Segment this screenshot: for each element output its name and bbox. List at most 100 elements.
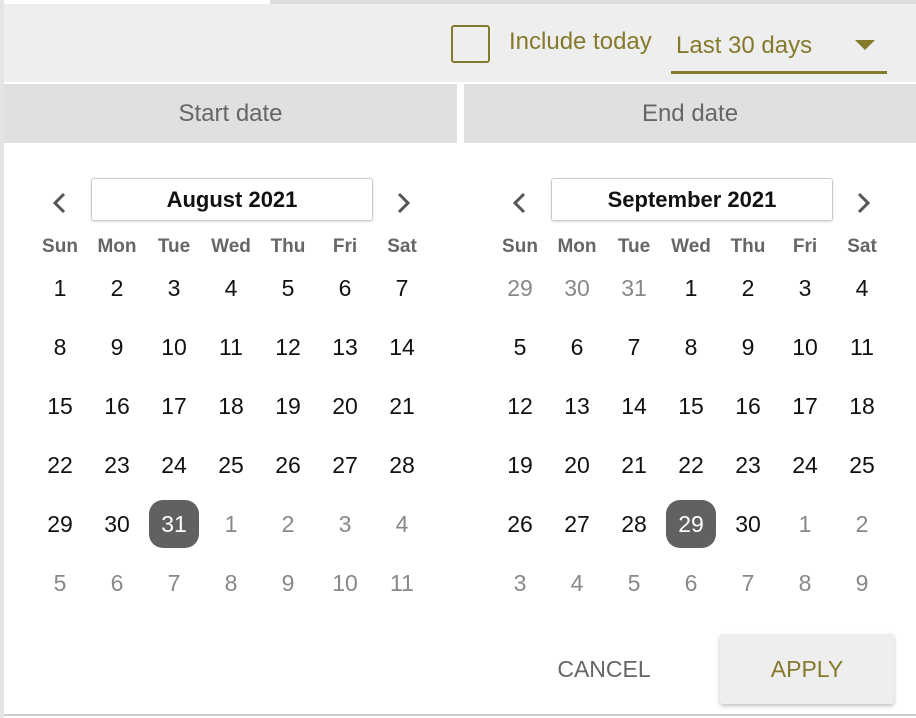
prev-month-button[interactable] [45, 188, 75, 218]
day-cell[interactable]: 16 [723, 382, 773, 430]
day-cell[interactable]: 11 [837, 323, 887, 371]
day-cell[interactable]: 19 [495, 441, 545, 489]
day-cell[interactable]: 2 [837, 500, 887, 548]
day-cell[interactable]: 10 [780, 323, 830, 371]
day-cell[interactable]: 28 [609, 500, 659, 548]
selected-day[interactable]: 31 [149, 500, 199, 548]
day-cell[interactable]: 5 [263, 264, 313, 312]
day-cell[interactable]: 26 [263, 441, 313, 489]
day-cell[interactable]: 15 [666, 382, 716, 430]
day-cell[interactable]: 7 [723, 559, 773, 607]
next-month-button[interactable] [848, 188, 878, 218]
day-cell[interactable]: 7 [609, 323, 659, 371]
day-cell[interactable]: 23 [92, 441, 142, 489]
day-cell[interactable]: 21 [609, 441, 659, 489]
day-cell[interactable]: 3 [495, 559, 545, 607]
day-cell[interactable]: 5 [495, 323, 545, 371]
day-cell[interactable]: 4 [206, 264, 256, 312]
day-cell[interactable]: 17 [780, 382, 830, 430]
weekday-label: Tue [617, 236, 651, 257]
day-cell[interactable]: 29 [35, 500, 85, 548]
day-cell[interactable]: 16 [92, 382, 142, 430]
day-cell[interactable]: 11 [377, 559, 427, 607]
day-cell[interactable]: 9 [837, 559, 887, 607]
day-cell[interactable]: 6 [552, 323, 602, 371]
day-cell[interactable]: 31 [609, 264, 659, 312]
day-cell[interactable]: 4 [377, 500, 427, 548]
apply-button[interactable]: APPLY [720, 634, 894, 704]
day-cell[interactable]: 30 [723, 500, 773, 548]
day-cell[interactable]: 24 [780, 441, 830, 489]
day-cell[interactable]: 12 [263, 323, 313, 371]
month-title[interactable]: August 2021 [91, 178, 373, 221]
day-cell[interactable]: 5 [609, 559, 659, 607]
day-cell[interactable]: 10 [149, 323, 199, 371]
day-cell[interactable]: 9 [263, 559, 313, 607]
day-cell[interactable]: 13 [552, 382, 602, 430]
day-cell[interactable]: 15 [35, 382, 85, 430]
include-today-checkbox[interactable] [451, 25, 490, 63]
day-cell[interactable]: 4 [552, 559, 602, 607]
day-cell[interactable]: 20 [320, 382, 370, 430]
day-cell[interactable]: 27 [320, 441, 370, 489]
start-date-header: Start date [4, 84, 457, 143]
include-today-label[interactable]: Include today [509, 28, 652, 56]
day-cell[interactable]: 8 [206, 559, 256, 607]
day-cell[interactable]: 26 [495, 500, 545, 548]
selected-day[interactable]: 29 [666, 500, 716, 548]
day-cell[interactable]: 27 [552, 500, 602, 548]
day-cell[interactable]: 2 [723, 264, 773, 312]
day-cell[interactable]: 25 [206, 441, 256, 489]
month-title[interactable]: September 2021 [551, 178, 833, 221]
day-cell[interactable]: 8 [780, 559, 830, 607]
day-cell[interactable]: 30 [92, 500, 142, 548]
day-cell[interactable]: 14 [377, 323, 427, 371]
cancel-button[interactable]: CANCEL [534, 637, 674, 701]
day-cell[interactable]: 24 [149, 441, 199, 489]
day-cell[interactable]: 3 [320, 500, 370, 548]
day-cell[interactable]: 18 [206, 382, 256, 430]
day-cell[interactable]: 7 [149, 559, 199, 607]
weekday-label: Fri [792, 236, 818, 257]
day-cell[interactable]: 9 [723, 323, 773, 371]
day-cell[interactable]: 6 [320, 264, 370, 312]
day-cell[interactable]: 6 [666, 559, 716, 607]
day-cell[interactable]: 29 [495, 264, 545, 312]
day-cell[interactable]: 1 [666, 264, 716, 312]
day-cell[interactable]: 5 [35, 559, 85, 607]
day-cell[interactable]: 21 [377, 382, 427, 430]
day-cell[interactable]: 4 [837, 264, 887, 312]
day-cell[interactable]: 6 [92, 559, 142, 607]
day-cell[interactable]: 18 [837, 382, 887, 430]
day-cell[interactable]: 9 [92, 323, 142, 371]
range-preset-select[interactable]: Last 30 days [671, 24, 887, 74]
day-cell[interactable]: 10 [320, 559, 370, 607]
day-cell[interactable]: 25 [837, 441, 887, 489]
day-cell[interactable]: 20 [552, 441, 602, 489]
day-cell[interactable]: 2 [263, 500, 313, 548]
day-cell[interactable]: 8 [666, 323, 716, 371]
day-cell[interactable]: 2 [92, 264, 142, 312]
day-cell[interactable]: 1 [206, 500, 256, 548]
weekday-label: Sat [847, 236, 877, 257]
day-cell[interactable]: 13 [320, 323, 370, 371]
day-cell[interactable]: 30 [552, 264, 602, 312]
day-cell[interactable]: 7 [377, 264, 427, 312]
day-cell[interactable]: 22 [666, 441, 716, 489]
day-cell[interactable]: 17 [149, 382, 199, 430]
day-cell[interactable]: 19 [263, 382, 313, 430]
day-cell[interactable]: 22 [35, 441, 85, 489]
day-cell[interactable]: 11 [206, 323, 256, 371]
day-cell[interactable]: 3 [149, 264, 199, 312]
day-cell[interactable]: 12 [495, 382, 545, 430]
day-cell[interactable]: 14 [609, 382, 659, 430]
day-cell[interactable]: 1 [780, 500, 830, 548]
day-cell[interactable]: 8 [35, 323, 85, 371]
day-cell[interactable]: 23 [723, 441, 773, 489]
day-cell[interactable]: 28 [377, 441, 427, 489]
next-month-button[interactable] [388, 188, 418, 218]
day-cell[interactable]: 1 [35, 264, 85, 312]
day-cell[interactable]: 3 [780, 264, 830, 312]
prev-month-button[interactable] [505, 188, 535, 218]
weekday-label: Mon [557, 236, 597, 257]
